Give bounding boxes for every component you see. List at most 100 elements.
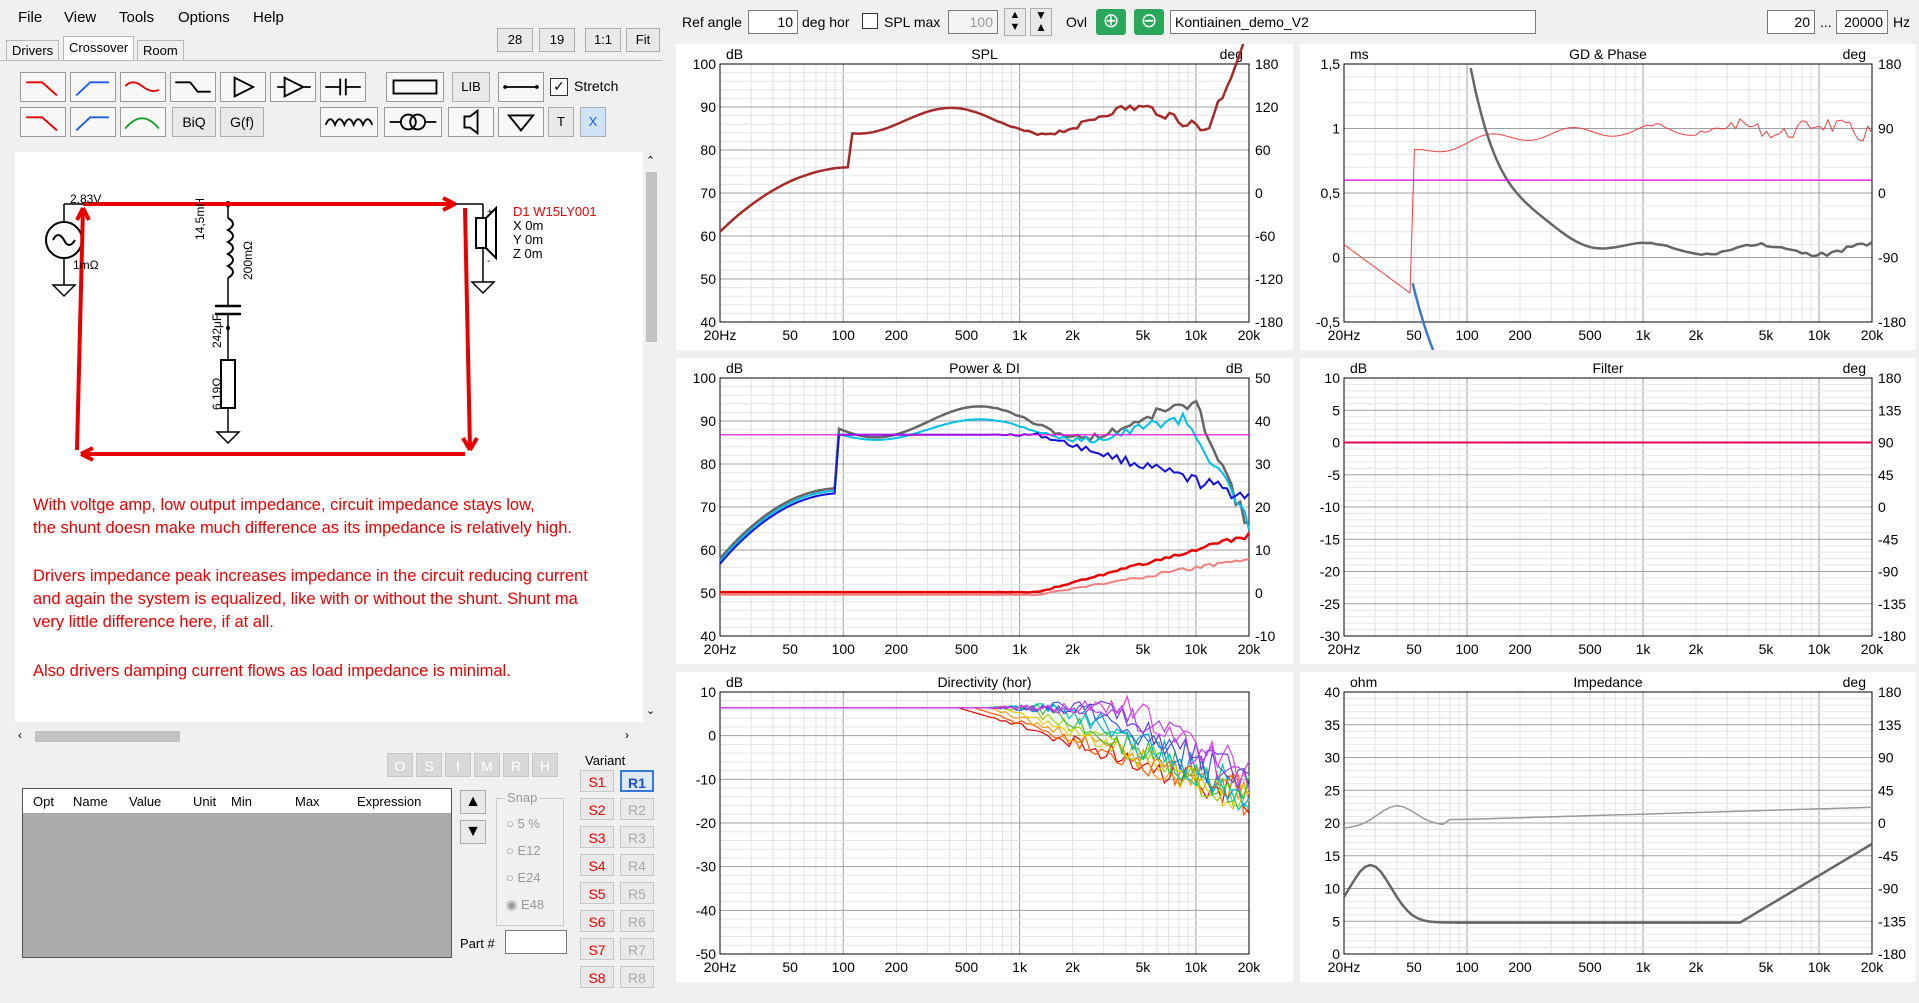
buffer-tool-icon[interactable] xyxy=(270,72,316,102)
col-expression[interactable]: Expression xyxy=(357,794,421,809)
variant-r6-button[interactable]: R6 xyxy=(620,910,654,932)
col-min[interactable]: Min xyxy=(231,794,252,809)
power-di-chart[interactable]: 100 90 80 70 60 50 40 50 40 30 20 10 0 -10 20Hz 50 100 20… xyxy=(676,358,1293,664)
col-value[interactable]: Value xyxy=(129,794,161,809)
zoom-28-button[interactable]: 28 xyxy=(497,28,533,52)
move-up-icon[interactable]: ▲ xyxy=(460,790,486,814)
flag-m-button[interactable]: M xyxy=(474,753,500,777)
spl-updown-icon[interactable]: ▲ ▼ xyxy=(1004,8,1026,36)
menu-help[interactable]: Help xyxy=(253,9,284,26)
snap-option-e48[interactable]: ◉ E48 xyxy=(506,897,544,913)
menu-file[interactable]: File xyxy=(18,9,42,26)
variant-r1-button[interactable]: R1 xyxy=(620,770,654,792)
vertical-scroll-thumb[interactable] xyxy=(646,172,657,342)
parameter-table[interactable]: Opt Name Value Unit Min Max Expression xyxy=(22,788,452,958)
project-name-input[interactable] xyxy=(1170,10,1536,34)
variant-r2-button[interactable]: R2 xyxy=(620,798,654,820)
col-opt[interactable]: Opt xyxy=(33,794,54,809)
freq-max-input[interactable] xyxy=(1836,10,1888,34)
variant-r4-button[interactable]: R4 xyxy=(620,854,654,876)
variant-s1-button[interactable]: S1 xyxy=(580,770,614,792)
col-unit[interactable]: Unit xyxy=(193,794,216,809)
snap-option-e24[interactable]: ○ E24 xyxy=(506,870,541,885)
variant-r5-button[interactable]: R5 xyxy=(620,882,654,904)
scroll-left-icon[interactable]: ‹ xyxy=(18,728,22,742)
variant-s5-button[interactable]: S5 xyxy=(580,882,614,904)
zoom-19-button[interactable]: 19 xyxy=(539,28,575,52)
transfer-function-button[interactable]: G(f) xyxy=(220,107,264,137)
vertical-scrollbar[interactable]: ⌃ ⌄ xyxy=(643,152,660,722)
flag-i-button[interactable]: I xyxy=(445,753,471,777)
biquad-button[interactable]: BiQ xyxy=(172,107,216,137)
horizontal-scrollbar[interactable]: ‹ › xyxy=(15,728,643,745)
variant-r8-button[interactable]: R8 xyxy=(620,966,654,988)
col-name[interactable]: Name xyxy=(73,794,108,809)
bandpass-red-tool-icon[interactable] xyxy=(120,72,166,102)
flag-o-button[interactable]: O xyxy=(387,753,413,777)
flag-r-button[interactable]: R xyxy=(503,753,529,777)
spl-max-checkbox[interactable] xyxy=(862,13,878,29)
wire-tool-icon[interactable] xyxy=(498,72,544,102)
ground-tool-icon[interactable] xyxy=(498,107,544,137)
tab-room[interactable]: Room xyxy=(137,40,184,61)
filter-chart[interactable]: 10 5 0 -5 -10 -15 -20 -25 -30 180 135 90 45 0 -45 -90 -1… xyxy=(1300,358,1916,664)
menu-options[interactable]: Options xyxy=(178,9,230,26)
delete-tool-button[interactable]: X xyxy=(580,107,606,137)
gd-phase-chart[interactable]: 1,5 1 0,5 0 -0,5 180 90 0 -90 -180 20Hz 50 100 200 500… xyxy=(1300,44,1916,350)
lib-button[interactable]: LIB xyxy=(452,72,490,102)
bandpass-green-tool-icon[interactable] xyxy=(120,107,166,137)
speaker-tool-icon[interactable] xyxy=(448,107,494,137)
lowpass-red-tool-icon[interactable] xyxy=(20,72,66,102)
freq-min-input[interactable] xyxy=(1767,10,1815,34)
variant-s8-button[interactable]: S8 xyxy=(580,966,614,988)
part-number-input[interactable] xyxy=(505,930,567,954)
x-tick-label: 500 xyxy=(1578,641,1602,657)
overlay-remove-button[interactable]: ⊖ xyxy=(1134,9,1164,35)
menu-tools[interactable]: Tools xyxy=(119,9,154,26)
flag-h-button[interactable]: H xyxy=(532,753,558,777)
schematic-canvas[interactable]: + - 2,83V 1mΩ 14,5mH 200mΩ 242μF 6,19Ω D… xyxy=(15,152,643,722)
y-tick-label: 10 xyxy=(1324,370,1340,386)
right-unit-label: deg xyxy=(1843,360,1866,376)
variant-s6-button[interactable]: S6 xyxy=(580,910,614,932)
variant-r3-button[interactable]: R3 xyxy=(620,826,654,848)
menu-view[interactable]: View xyxy=(64,9,96,26)
impedance-chart[interactable]: 40 35 30 25 20 15 10 5 0 180 135 90 45 0 -45 -90 -135 -18… xyxy=(1300,672,1916,982)
lowpass-red-2-tool-icon[interactable] xyxy=(20,107,66,137)
variant-s7-button[interactable]: S7 xyxy=(580,938,614,960)
amplifier-tool-icon[interactable] xyxy=(220,72,266,102)
tab-drivers[interactable]: Drivers xyxy=(6,40,60,61)
col-max[interactable]: Max xyxy=(295,794,320,809)
spl-chart[interactable]: 100 90 80 70 60 50 40 180 120 60 0 -60 -120 -180 20Hz 5… xyxy=(676,44,1293,350)
allpass-tool-icon[interactable] xyxy=(170,72,216,102)
overlay-add-button[interactable]: ⊕ xyxy=(1096,9,1126,35)
transformer-tool-icon[interactable] xyxy=(384,107,442,137)
spl-max-input[interactable] xyxy=(948,10,998,34)
spl-max-label: SPL max xyxy=(884,14,941,30)
snap-option-e12[interactable]: ○ E12 xyxy=(506,843,541,858)
tab-crossover[interactable]: Crossover xyxy=(63,36,135,61)
text-tool-button[interactable]: T xyxy=(548,107,574,137)
scroll-down-icon[interactable]: ⌄ xyxy=(646,704,655,717)
directivity-chart[interactable]: 10 0 -10 -20 -30 -40 -50 20Hz 50 100 200 500 1k 2k 5k 1… xyxy=(676,672,1293,982)
inductor-tool-icon[interactable] xyxy=(320,107,378,137)
highpass-blue-tool-icon[interactable] xyxy=(70,72,116,102)
highpass-blue-2-tool-icon[interactable] xyxy=(70,107,116,137)
variant-s3-button[interactable]: S3 xyxy=(580,826,614,848)
horizontal-scroll-thumb[interactable] xyxy=(35,731,180,742)
variant-s2-button[interactable]: S2 xyxy=(580,798,614,820)
scroll-up-icon[interactable]: ⌃ xyxy=(646,154,655,167)
zoom-fit-button[interactable]: Fit xyxy=(626,28,660,52)
variant-s4-button[interactable]: S4 xyxy=(580,854,614,876)
variant-r7-button[interactable]: R7 xyxy=(620,938,654,960)
snap-option-5pct[interactable]: ○ 5 % xyxy=(506,816,540,831)
capacitor-tool-icon[interactable] xyxy=(320,72,366,102)
ref-angle-input[interactable] xyxy=(748,10,798,34)
zoom-1to1-button[interactable]: 1:1 xyxy=(585,28,621,52)
spl-fit-icon[interactable]: ▼ ▲ xyxy=(1030,8,1052,36)
scroll-right-icon[interactable]: › xyxy=(625,728,629,742)
move-down-icon[interactable]: ▼ xyxy=(460,820,486,844)
flag-s-button[interactable]: S xyxy=(416,753,442,777)
stretch-checkbox[interactable]: ✓ xyxy=(550,78,568,96)
resistor-tool-icon[interactable] xyxy=(386,72,444,102)
